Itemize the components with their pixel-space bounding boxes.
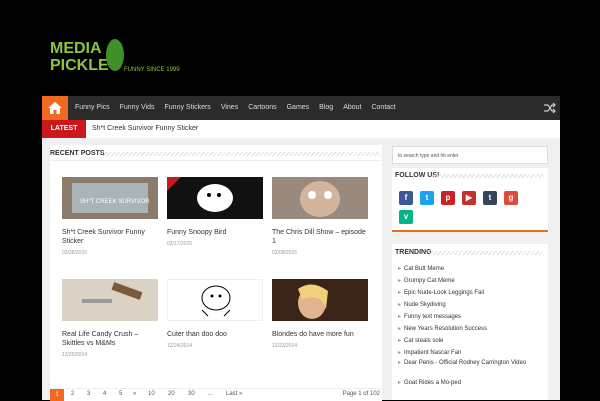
page-link[interactable]: 4 xyxy=(103,391,106,397)
pickle-icon xyxy=(106,39,124,71)
post-title[interactable]: Cuter than doo doo xyxy=(167,330,263,339)
recent-posts-title: RECENT POSTS xyxy=(50,150,105,157)
post-title[interactable]: Funny Snoopy Bird xyxy=(167,228,263,237)
main-nav: Funny Pics Funny Vids Funny Stickers Vines C… xyxy=(42,96,560,120)
nav-item-funny-pics[interactable]: Funny Pics xyxy=(70,96,115,120)
accent-bar xyxy=(392,230,548,232)
pagination: 1 2 3 4 5 » 10 20 30 ... Last » Page 1 o… xyxy=(50,388,382,401)
pagination-ellipsis: ... xyxy=(208,391,214,397)
trending-title: TRENDING xyxy=(395,249,432,256)
post-thumbnail[interactable]: SH*T CREEK SURVIVOR xyxy=(62,177,158,219)
trending-item[interactable]: Funny text messages xyxy=(398,313,538,321)
news-ticker: LATEST STUFF Sh*t Creek Survivor Funny S… xyxy=(42,120,560,150)
trending-item[interactable]: Grumpy Cat Meme xyxy=(398,277,538,285)
post-thumbnail[interactable] xyxy=(272,177,368,219)
twitter-icon[interactable]: t xyxy=(420,191,434,205)
trending-item[interactable]: New Years Resolution Success xyxy=(398,325,538,333)
page-link[interactable]: 10 xyxy=(148,391,155,397)
random-post-button[interactable] xyxy=(538,96,560,120)
post-card[interactable]: SH*T CREEK SURVIVOR Sh*t Creek Survivor … xyxy=(62,177,158,256)
tumblr-icon[interactable]: t xyxy=(483,191,497,205)
page-link[interactable]: 5 xyxy=(119,391,122,397)
title-stripe xyxy=(428,251,544,255)
page-link[interactable]: 30 xyxy=(188,391,195,397)
nav-item-funny-vids[interactable]: Funny Vids xyxy=(115,96,160,120)
nav-item-contact[interactable]: Contact xyxy=(366,96,400,120)
google-plus-icon[interactable]: g xyxy=(504,191,518,205)
logo-line-2: PICKLE xyxy=(50,57,109,74)
post-title[interactable]: Sh*t Creek Survivor Funny Sticker xyxy=(62,228,158,246)
trending-item[interactable]: Goat Rides a Mo-ped xyxy=(398,379,538,387)
page-link[interactable]: 20 xyxy=(168,391,175,397)
post-date: 02/09/2015 xyxy=(272,250,298,256)
home-icon xyxy=(48,102,62,114)
post-date: 02/17/2015 xyxy=(167,241,193,247)
post-title[interactable]: The Chris Dill Show – episode 1 xyxy=(272,228,368,246)
facebook-icon[interactable]: f xyxy=(399,191,413,205)
page-link[interactable]: 3 xyxy=(87,391,90,397)
trending-item[interactable]: Nude Skydiving xyxy=(398,301,538,309)
post-thumbnail[interactable] xyxy=(272,279,368,321)
site-logo[interactable]: MEDIA PICKLE FUNNY SINCE 1999 xyxy=(50,37,190,77)
trending-item[interactable]: Dear Penis - Official Rodney Carrington … xyxy=(398,359,538,367)
post-title[interactable]: Blondes do have more fun xyxy=(272,330,368,339)
shuffle-icon xyxy=(544,102,556,114)
post-card[interactable]: The Chris Dill Show – episode 1 02/09/20… xyxy=(272,177,368,256)
post-card[interactable]: Funny Snoopy Bird 02/17/2015 xyxy=(167,177,263,247)
last-page-link[interactable]: Last » xyxy=(226,391,242,397)
nav-item-funny-stickers[interactable]: Funny Stickers xyxy=(160,96,216,120)
trending-item[interactable]: Cat steals sole xyxy=(398,337,538,345)
page-link[interactable]: 2 xyxy=(71,391,74,397)
post-card[interactable]: Real Life Candy Crush – Skittles vs M&Ms… xyxy=(62,279,158,358)
nav-item-cartoons[interactable]: Cartoons xyxy=(243,96,281,120)
home-button[interactable] xyxy=(42,96,68,120)
nav-item-blog[interactable]: Blog xyxy=(314,96,338,120)
post-thumbnail[interactable] xyxy=(167,177,263,219)
ticker-label: LATEST STUFF xyxy=(42,120,86,150)
trending-item[interactable]: Epic Nude-Look Leggings Fail xyxy=(398,289,538,297)
youtube-icon[interactable]: ▶ xyxy=(462,191,476,205)
post-thumbnail[interactable] xyxy=(62,279,158,321)
search-input[interactable]: to search type and hit enter xyxy=(392,146,548,164)
next-pages-link[interactable]: » xyxy=(133,391,136,397)
site-tagline: FUNNY SINCE 1999 xyxy=(124,67,180,73)
svg-text:SH*T CREEK SURVIVOR: SH*T CREEK SURVIVOR xyxy=(80,199,150,205)
nav-item-about[interactable]: About xyxy=(338,96,366,120)
page-summary: Page 1 of 102 xyxy=(342,391,380,397)
title-stripe xyxy=(432,174,544,178)
page-link[interactable]: 1 xyxy=(50,389,64,401)
post-card[interactable]: Blondes do have more fun 12/23/2014 xyxy=(272,279,368,349)
logo-line-1: MEDIA xyxy=(50,40,102,57)
nav-item-vines[interactable]: Vines xyxy=(216,96,243,120)
vine-icon[interactable]: v xyxy=(399,210,413,224)
nav-item-games[interactable]: Games xyxy=(282,96,315,120)
post-title[interactable]: Real Life Candy Crush – Skittles vs M&Ms xyxy=(62,330,158,348)
trending-item[interactable]: Impatient Nascar Fan xyxy=(398,349,538,357)
post-date: 12/23/2014 xyxy=(272,343,298,349)
title-stripe xyxy=(102,152,380,156)
ticker-link[interactable]: Sh*t Creek Survivor Funny Sticker xyxy=(92,120,198,138)
divider xyxy=(50,160,382,161)
post-thumbnail[interactable] xyxy=(167,279,263,321)
post-date: 03/28/2015 xyxy=(62,250,88,256)
pinterest-icon[interactable]: p xyxy=(441,191,455,205)
post-date: 12/25/2014 xyxy=(62,352,88,358)
trending-item[interactable]: Cat Butt Meme xyxy=(398,265,538,273)
post-card[interactable]: Cuter than doo doo 12/24/2014 xyxy=(167,279,263,349)
post-date: 12/24/2014 xyxy=(167,343,193,349)
